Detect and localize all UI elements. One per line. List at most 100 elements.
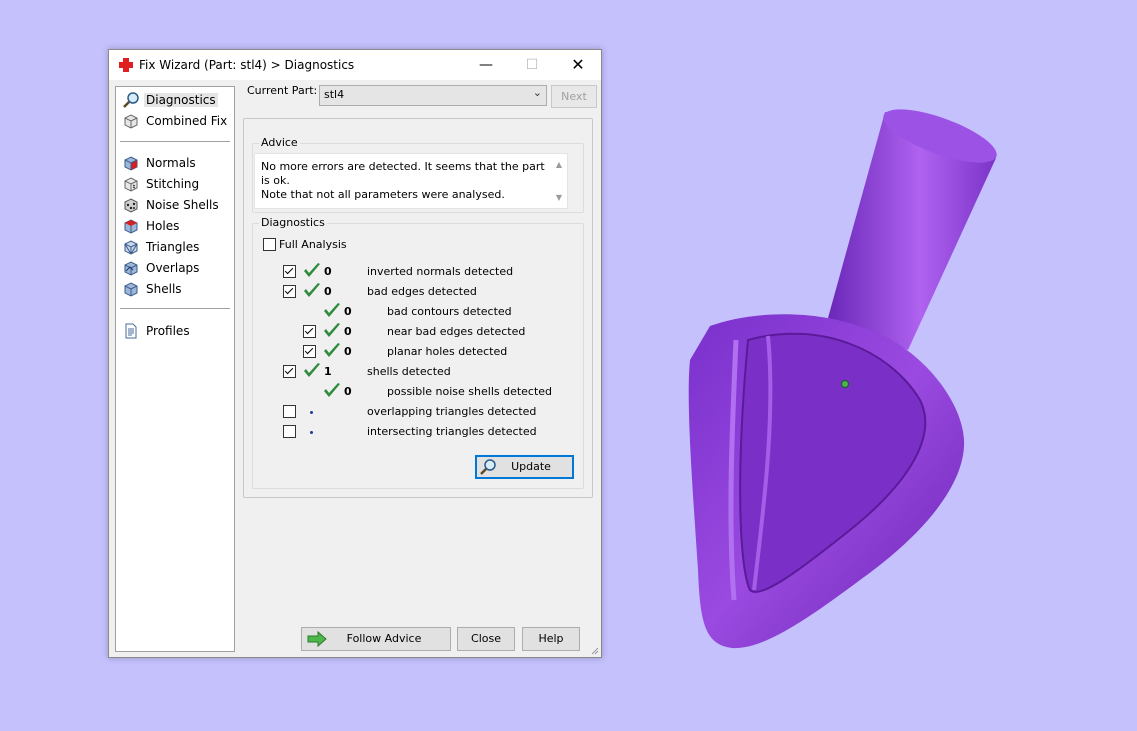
sidebar-item-holes[interactable]: Holes xyxy=(120,216,230,236)
next-button[interactable]: Next xyxy=(551,85,597,108)
diagnostic-description: possible noise shells detected xyxy=(387,385,553,398)
sidebar-item-label: Noise Shells xyxy=(146,198,219,212)
sidebar-divider xyxy=(120,308,230,309)
fix-wizard-window: Fix Wizard (Part: stl4) > Diagnostics — … xyxy=(108,49,602,658)
help-button[interactable]: Help xyxy=(522,627,580,651)
diagnostic-checkbox[interactable] xyxy=(283,425,296,438)
green-arrow-icon xyxy=(307,630,327,648)
title-bar[interactable]: Fix Wizard (Part: stl4) > Diagnostics — … xyxy=(109,50,601,80)
diagnostic-row: intersecting triangles detected xyxy=(253,422,593,442)
normals-cube-icon xyxy=(124,156,138,171)
diagnostic-row: 1 shells detected xyxy=(253,362,593,382)
sidebar-item-diagnostics[interactable]: Diagnostics xyxy=(120,90,230,110)
advice-text: No more errors are detected. It seems th… xyxy=(261,160,547,202)
sidebar-item-profiles[interactable]: Profiles xyxy=(120,321,230,341)
maximize-button[interactable]: ☐ xyxy=(509,50,555,80)
sidebar-item-stitching[interactable]: Stitching xyxy=(120,174,230,194)
diagnostics-panel: Advice No more errors are detected. It s… xyxy=(243,118,593,498)
sidebar: Diagnostics Combined Fix Normals Stitchi… xyxy=(115,86,235,652)
ok-check-icon xyxy=(304,263,320,277)
ok-check-icon xyxy=(304,283,320,297)
diagnostic-count: 0 xyxy=(324,285,332,298)
diagnostic-row: overlapping triangles detected xyxy=(253,402,593,422)
full-analysis-checkbox[interactable] xyxy=(263,238,276,251)
diagnostic-row: 0 bad edges detected xyxy=(253,282,593,302)
sidebar-item-label: Overlaps xyxy=(146,261,200,275)
cube-icon xyxy=(124,114,138,129)
diagnostics-title: Diagnostics xyxy=(259,216,327,229)
noise-shells-icon xyxy=(124,198,138,213)
sidebar-item-shells[interactable]: Shells xyxy=(120,279,230,299)
3d-model-viewport[interactable] xyxy=(680,100,1010,660)
sidebar-item-label: Profiles xyxy=(146,324,190,338)
chevron-down-icon: ⌄ xyxy=(532,86,542,99)
sidebar-item-label: Stitching xyxy=(146,177,200,191)
follow-advice-button[interactable]: Follow Advice xyxy=(301,627,451,651)
diagnostic-count: 1 xyxy=(324,365,332,378)
diagnostic-checkbox[interactable] xyxy=(303,325,316,338)
diagnostic-description: intersecting triangles detected xyxy=(367,425,537,438)
not-analysed-dot-icon xyxy=(310,431,313,434)
sidebar-item-overlaps[interactable]: Overlaps xyxy=(120,258,230,278)
diagnostic-checkbox[interactable] xyxy=(283,265,296,278)
ok-check-icon xyxy=(304,363,320,377)
full-analysis-label: Full Analysis xyxy=(279,238,347,251)
triangles-cube-icon xyxy=(124,240,138,255)
diagnostic-description: overlapping triangles detected xyxy=(367,405,537,418)
diagnostic-description: shells detected xyxy=(367,365,451,378)
current-part-select[interactable]: stl4 ⌄ xyxy=(319,85,547,106)
document-icon xyxy=(125,323,137,339)
diagnostic-row: 0 bad contours detected xyxy=(253,302,593,322)
diagnostic-checkbox[interactable] xyxy=(283,365,296,378)
ok-check-icon xyxy=(324,303,340,317)
diagnostic-count: 0 xyxy=(344,325,352,338)
close-button[interactable]: Close xyxy=(457,627,515,651)
update-button[interactable]: Update xyxy=(475,455,574,479)
magnifier-icon xyxy=(123,92,139,108)
diagnostic-count: 0 xyxy=(344,305,352,318)
minimize-button[interactable]: — xyxy=(463,50,509,80)
advice-line-1: No more errors are detected. It seems th… xyxy=(261,160,545,187)
advice-title: Advice xyxy=(259,136,300,149)
sidebar-item-label: Holes xyxy=(146,219,180,233)
diagnostic-description: inverted normals detected xyxy=(367,265,514,278)
advice-text-box[interactable]: No more errors are detected. It seems th… xyxy=(254,153,568,209)
current-part-value: stl4 xyxy=(324,88,345,101)
sidebar-item-triangles[interactable]: Triangles xyxy=(120,237,230,257)
sidebar-item-label: Combined Fix xyxy=(146,114,228,128)
sidebar-item-normals[interactable]: Normals xyxy=(120,153,230,173)
diagnostic-checkbox[interactable] xyxy=(283,405,296,418)
model-selection-point[interactable] xyxy=(841,380,849,388)
ok-check-icon xyxy=(324,343,340,357)
diagnostic-row: 0 inverted normals detected xyxy=(253,262,593,282)
shells-cube-icon xyxy=(124,282,138,297)
window-title: Fix Wizard (Part: stl4) > Diagnostics xyxy=(139,58,355,72)
ok-check-icon xyxy=(324,323,340,337)
not-analysed-dot-icon xyxy=(310,411,313,414)
diagnostic-count: 0 xyxy=(344,385,352,398)
diagnostics-group: Diagnostics Full Analysis 0 inverted norm… xyxy=(252,216,584,489)
diagnostic-description: bad contours detected xyxy=(387,305,512,318)
scroll-down-arrow[interactable]: ▼ xyxy=(554,193,564,202)
sidebar-item-combined-fix[interactable]: Combined Fix xyxy=(120,111,230,131)
ok-check-icon xyxy=(324,383,340,397)
close-window-button[interactable]: ✕ xyxy=(555,50,601,80)
stitching-cube-icon xyxy=(124,177,138,192)
current-part-label: Current Part: xyxy=(247,84,318,97)
diagnostic-description: bad edges detected xyxy=(367,285,477,298)
sidebar-divider xyxy=(120,141,230,142)
diagnostic-row: 0 possible noise shells detected xyxy=(253,382,593,402)
diagnostic-description: planar holes detected xyxy=(387,345,508,358)
scroll-up-arrow[interactable]: ▲ xyxy=(554,160,564,169)
diagnostic-checkbox[interactable] xyxy=(283,285,296,298)
resize-grip-icon[interactable] xyxy=(589,645,599,655)
sidebar-item-label: Normals xyxy=(146,156,196,170)
sidebar-item-noise-shells[interactable]: Noise Shells xyxy=(120,195,230,215)
holes-cube-icon xyxy=(124,219,138,234)
diagnostic-row: 0 near bad edges detected xyxy=(253,322,593,342)
overlaps-cube-icon xyxy=(124,261,138,276)
diagnostic-description: near bad edges detected xyxy=(387,325,526,338)
sidebar-item-label: Triangles xyxy=(146,240,200,254)
sidebar-item-label: Diagnostics xyxy=(144,93,218,107)
diagnostic-checkbox[interactable] xyxy=(303,345,316,358)
